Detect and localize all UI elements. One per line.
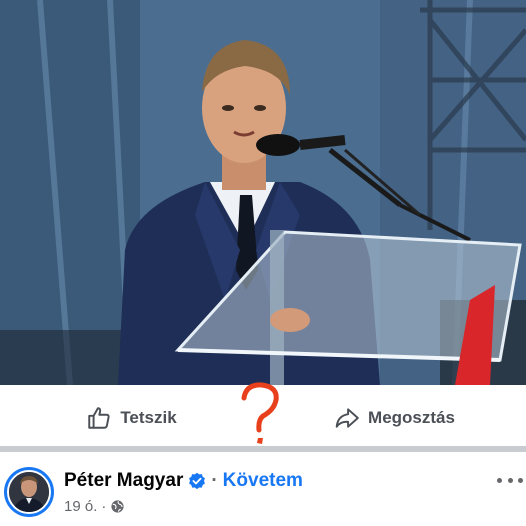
name-separator: · [211, 470, 218, 491]
post-timestamp[interactable]: 19 ó. [64, 498, 97, 515]
post-meta: 19 ó. · [64, 498, 125, 515]
share-arrow-icon [334, 405, 360, 431]
more-dot [507, 477, 513, 483]
more-dot [497, 477, 502, 483]
meta-separator: · [101, 498, 107, 515]
follow-button[interactable]: Követem [223, 470, 303, 492]
more-dot [518, 477, 523, 483]
like-label: Tetszik [120, 408, 177, 427]
speaker-photo-illustration [0, 0, 526, 385]
avatar-image [7, 470, 51, 514]
post-photo[interactable] [0, 0, 526, 385]
share-button[interactable]: Megosztás [263, 385, 526, 451]
post-author-header: Péter Magyar · Követem 19 ó. · [0, 452, 526, 526]
like-button[interactable]: Tetszik [0, 385, 263, 451]
question-mark-overlay: ? [238, 380, 286, 446]
thumbs-up-icon [86, 405, 112, 431]
verified-badge-icon [188, 472, 206, 490]
author-name-line: Péter Magyar · Követem [64, 470, 303, 492]
globe-icon[interactable] [110, 499, 125, 514]
author-name[interactable]: Péter Magyar [64, 470, 183, 492]
share-label: Megosztás [368, 408, 455, 427]
avatar[interactable] [4, 467, 54, 517]
more-options-icon[interactable] [497, 470, 523, 490]
